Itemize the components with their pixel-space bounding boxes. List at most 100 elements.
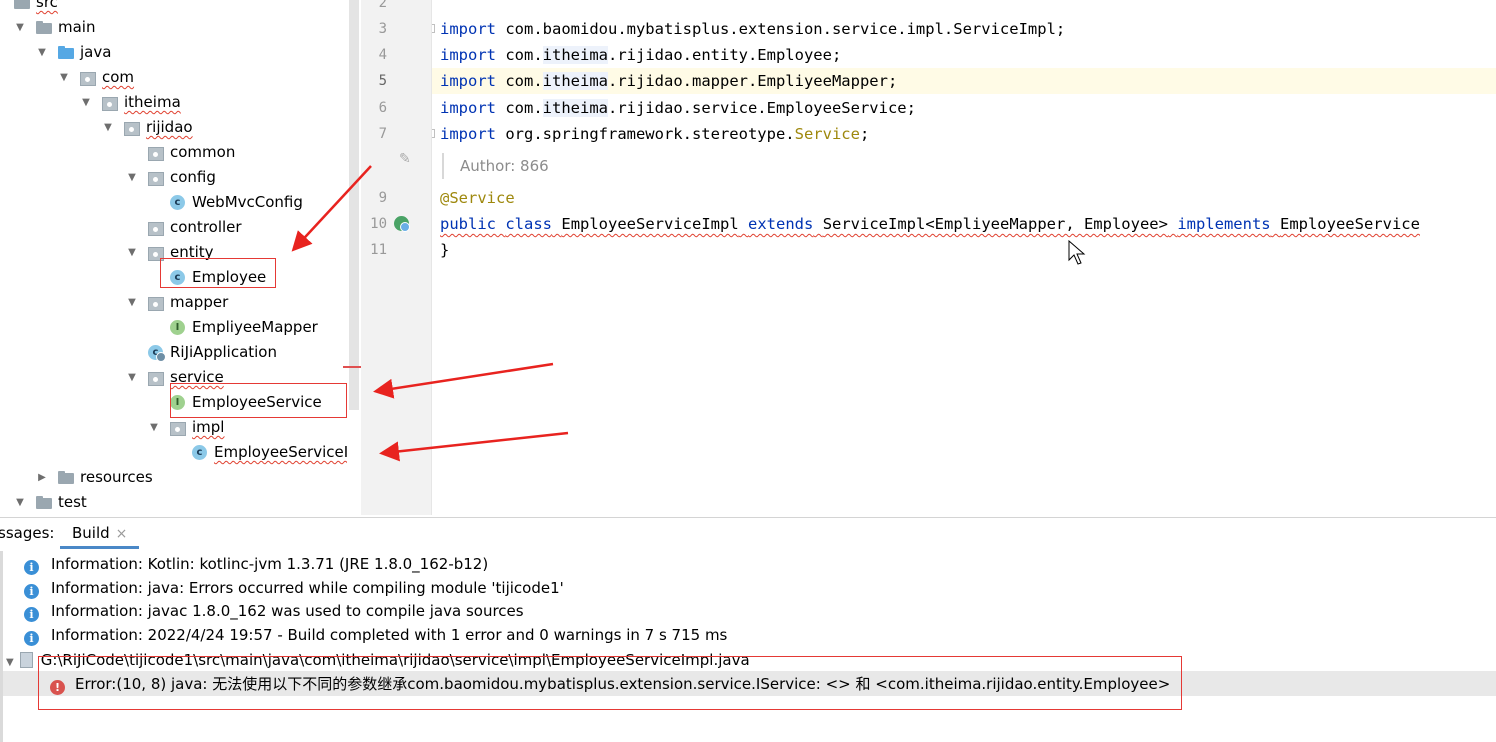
- chevron-down-icon[interactable]: ▼: [126, 240, 138, 265]
- tree-scrollbar[interactable]: [347, 0, 361, 515]
- chevron-right-icon[interactable]: ▶: [36, 465, 48, 490]
- folder-icon: [14, 0, 30, 10]
- line-number: 7: [378, 126, 387, 142]
- line-number: 4: [378, 47, 387, 63]
- tree-item-label: EmpliyeeMapper: [192, 318, 318, 336]
- mouse-cursor-icon: [1068, 240, 1086, 265]
- code-line-class-declaration: public class EmployeeServiceImpl extends…: [440, 215, 1420, 233]
- line-number: 2: [378, 0, 387, 11]
- tree-item-config[interactable]: ▼ config: [0, 165, 347, 190]
- package-icon: [148, 370, 164, 386]
- tab-build[interactable]: Build ×: [60, 518, 140, 549]
- tree-item-test[interactable]: ▼ test: [0, 490, 347, 515]
- info-icon: i: [24, 607, 39, 622]
- interface-icon: I: [170, 320, 185, 335]
- tree-item-rijiapplication[interactable]: c RiJiApplication: [0, 340, 347, 365]
- chevron-down-icon[interactable]: ▼: [126, 365, 138, 390]
- line-number: 5: [378, 73, 387, 89]
- editor-gutter: 2 3 4 5 6 7 9 10 11: [361, 0, 432, 515]
- edit-pencil-icon[interactable]: ✎: [399, 151, 411, 167]
- fold-marker-icon[interactable]: [432, 24, 435, 33]
- tree-item-itheima[interactable]: ▼ itheima: [0, 90, 347, 115]
- info-message[interactable]: i Information: Kotlin: kotlinc-jvm 1.3.71…: [24, 552, 488, 576]
- tree-item-label: common: [170, 143, 236, 161]
- chevron-down-icon[interactable]: ▼: [102, 115, 114, 140]
- line-number: 9: [378, 190, 387, 206]
- chevron-down-icon[interactable]: ▼: [36, 40, 48, 65]
- tree-item-com[interactable]: ▼ com: [0, 65, 347, 90]
- code-line-import: import com.itheima.rijidao.service.Emplo…: [440, 99, 916, 117]
- package-icon: [148, 220, 164, 236]
- folder-icon: [36, 20, 52, 35]
- spring-app-icon: c: [148, 345, 166, 362]
- tree-item-impl[interactable]: ▼ impl: [0, 415, 347, 440]
- package-icon: [124, 120, 140, 136]
- implements-gutter-icon[interactable]: [394, 216, 410, 232]
- tree-item-label: com: [102, 68, 135, 86]
- info-message[interactable]: i Information: 2022/4/24 19:57 - Build co…: [24, 623, 727, 647]
- tree-item-empliyeemapper[interactable]: I EmpliyeeMapper: [0, 315, 347, 340]
- highlight-box-error: [38, 656, 1182, 710]
- info-icon: i: [24, 584, 39, 599]
- tree-item-label: main: [58, 18, 96, 36]
- tree-item-label: config: [170, 168, 216, 186]
- line-number: 10: [370, 216, 387, 232]
- package-icon: [80, 70, 96, 86]
- tree-item-src[interactable]: src: [0, 0, 347, 15]
- java-file-icon: [19, 652, 33, 668]
- chevron-down-icon[interactable]: ▼: [58, 65, 70, 90]
- source-folder-icon: [58, 45, 74, 60]
- tree-item-controller[interactable]: controller: [0, 215, 347, 240]
- chevron-down-icon[interactable]: ▼: [14, 15, 26, 40]
- tree-item-employeeserviceim[interactable]: c EmployeeServiceIm: [0, 440, 347, 465]
- highlight-box-employeeservice: [170, 383, 347, 418]
- code-line-import: import com.itheima.rijidao.entity.Employ…: [440, 46, 842, 64]
- tree-item-label: WebMvcConfig: [192, 193, 303, 211]
- chevron-down-icon[interactable]: ▼: [80, 90, 92, 115]
- package-icon: [170, 420, 186, 436]
- messages-panel-title: ssages:: [0, 524, 55, 542]
- scrollbar-thumb[interactable]: [349, 0, 359, 410]
- chevron-down-icon[interactable]: ▼: [6, 657, 14, 668]
- author-inlay-hint: Author: 866: [442, 153, 549, 179]
- tree-item-common[interactable]: common: [0, 140, 347, 165]
- chevron-down-icon[interactable]: ▼: [14, 490, 26, 515]
- tree-item-mapper[interactable]: ▼ mapper: [0, 290, 347, 315]
- chevron-down-icon[interactable]: ▼: [126, 165, 138, 190]
- panel-left-edge: [0, 551, 3, 742]
- line-number: 3: [378, 21, 387, 37]
- tree-item-webmvcconfig[interactable]: c WebMvcConfig: [0, 190, 347, 215]
- tree-item-label: RiJiApplication: [170, 343, 277, 361]
- code-line-import: import org.springframework.stereotype.Se…: [440, 125, 870, 143]
- highlight-box-employee: [160, 258, 276, 288]
- tree-item-label: resources: [80, 468, 153, 486]
- tree-item-label: controller: [170, 218, 242, 236]
- info-message[interactable]: i Information: java: Errors occurred whil…: [24, 576, 564, 600]
- tree-item-resources[interactable]: ▶ resources: [0, 465, 347, 490]
- tree-item-label: mapper: [170, 293, 229, 311]
- tree-item-java[interactable]: ▼ java: [0, 40, 347, 65]
- package-icon: [102, 95, 118, 111]
- tree-item-label: itheima: [124, 93, 181, 111]
- info-message[interactable]: i Information: javac 1.8.0_162 was used t…: [24, 599, 524, 623]
- code-editor[interactable]: import com.baomidou.mybatisplus.extensio…: [432, 0, 1496, 515]
- close-icon[interactable]: ×: [116, 526, 128, 542]
- code-line-import: import com.baomidou.mybatisplus.extensio…: [440, 20, 1066, 38]
- tree-item-label: test: [58, 493, 87, 511]
- chevron-down-icon[interactable]: ▼: [148, 415, 160, 440]
- tree-item-main[interactable]: ▼ main: [0, 15, 347, 40]
- line-number: 11: [370, 242, 387, 258]
- folder-icon: [58, 470, 74, 485]
- class-icon: c: [170, 195, 185, 210]
- info-icon: i: [24, 560, 39, 575]
- tree-item-label: java: [80, 43, 112, 61]
- package-icon: [148, 295, 164, 311]
- fold-marker-icon[interactable]: [432, 129, 435, 138]
- tree-item-label: EmployeeServiceIm: [214, 443, 347, 461]
- chevron-down-icon[interactable]: ▼: [126, 290, 138, 315]
- code-line-closing-brace: }: [440, 241, 450, 259]
- tree-item-rijidao[interactable]: ▼ rijidao: [0, 115, 347, 140]
- package-icon: [148, 170, 164, 186]
- class-icon: c: [192, 445, 207, 460]
- tree-item-label: impl: [192, 418, 225, 436]
